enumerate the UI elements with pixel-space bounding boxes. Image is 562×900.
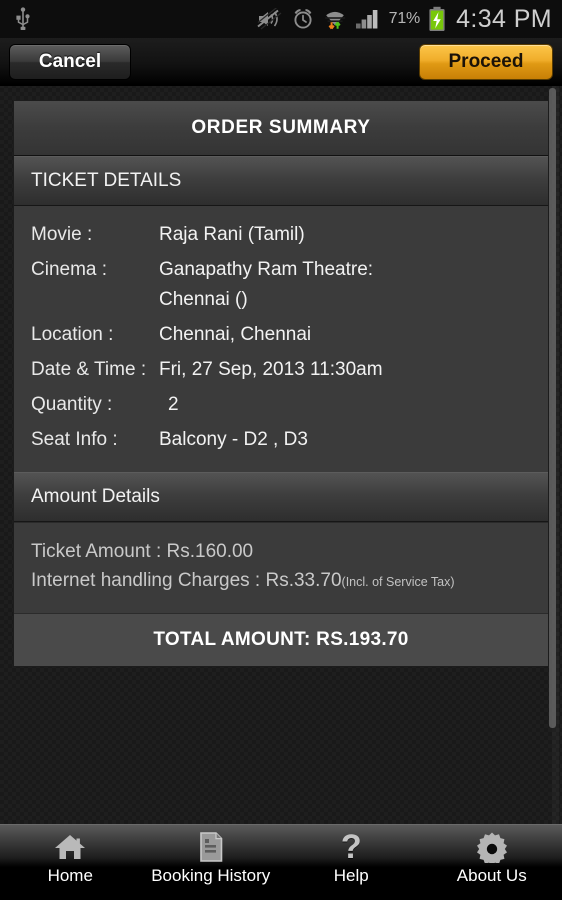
nav-label: About Us — [456, 866, 527, 885]
order-summary-card: ORDER SUMMARY TICKET DETAILS Movie : Raj… — [13, 100, 549, 667]
cellular-signal-icon — [355, 8, 381, 30]
scrollbar-track[interactable] — [549, 86, 559, 824]
scrollbar-thumb[interactable] — [549, 88, 556, 728]
handling-charges-line: Internet handling Charges : Rs.33.70(Inc… — [14, 566, 548, 597]
handling-charges-text: Internet handling Charges : Rs.33.70 — [31, 570, 342, 591]
status-bar: 71% 4:34 PM — [0, 0, 562, 38]
detail-value: Fri, 27 Sep, 2013 11:30am — [159, 359, 383, 380]
usb-icon — [14, 7, 32, 31]
battery-charging-icon — [428, 6, 446, 32]
table-row: Location : Chennai, Chennai — [14, 320, 548, 350]
page-title: ORDER SUMMARY — [14, 101, 548, 156]
app-screen: 71% 4:34 PM Cancel Proceed ORDER SUMMARY… — [0, 0, 562, 900]
detail-label: Movie : — [31, 224, 93, 245]
amount-details-body: Ticket Amount : Rs.160.00 Internet handl… — [14, 522, 548, 613]
table-row: Date & Time : Fri, 27 Sep, 2013 11:30am — [14, 355, 548, 385]
amount-details-section-header: Amount Details — [14, 472, 548, 522]
bottom-navigation-bar: Home Booking History ? Help About Us — [0, 824, 562, 900]
question-mark-icon: ? — [340, 828, 362, 866]
handling-charges-note: (Incl. of Service Tax) — [341, 575, 455, 589]
status-bar-left — [14, 7, 32, 31]
mute-volume-icon — [257, 8, 283, 30]
nav-item-help[interactable]: ? Help — [281, 825, 422, 900]
detail-value: Balcony - D2 , D3 — [159, 429, 308, 450]
alarm-clock-icon — [291, 7, 315, 31]
nav-label: Booking History — [151, 866, 271, 885]
detail-label: Location : — [31, 324, 114, 345]
total-amount-bar: TOTAL AMOUNT: RS.193.70 — [14, 613, 548, 666]
ticket-amount-line: Ticket Amount : Rs.160.00 — [31, 541, 254, 562]
detail-value: 2 — [168, 394, 179, 415]
detail-value: Ganapathy Ram Theatre: Chennai () — [159, 259, 374, 310]
cancel-button[interactable]: Cancel — [9, 43, 131, 80]
document-icon — [196, 831, 226, 863]
table-row: Movie : Raja Rani (Tamil) — [14, 220, 548, 250]
detail-label: Seat Info : — [31, 429, 118, 450]
nav-label: Help — [333, 866, 369, 885]
ticket-details-section-header: TICKET DETAILS — [14, 156, 548, 206]
table-row: Seat Info : Balcony - D2 , D3 — [14, 425, 548, 455]
detail-label: Date & Time : — [31, 359, 147, 380]
content-area: ORDER SUMMARY TICKET DETAILS Movie : Raj… — [0, 86, 562, 824]
action-bar: Cancel Proceed — [0, 38, 562, 86]
gear-icon — [476, 831, 508, 863]
home-icon — [53, 831, 87, 863]
nav-item-about-us[interactable]: About Us — [422, 825, 562, 900]
battery-percent-label: 71% — [388, 10, 421, 27]
detail-label: Quantity : — [31, 394, 113, 415]
nav-label: Home — [47, 866, 93, 885]
ticket-details-body: Movie : Raja Rani (Tamil) Cinema : Ganap… — [14, 206, 548, 472]
table-row: Cinema : Ganapathy Ram Theatre: Chennai … — [14, 255, 548, 315]
nav-item-booking-history[interactable]: Booking History — [141, 825, 282, 900]
table-row: Quantity : 2 — [14, 390, 548, 420]
status-bar-right: 71% 4:34 PM — [257, 6, 552, 32]
proceed-button[interactable]: Proceed — [419, 43, 553, 80]
clock-label: 4:34 PM — [456, 4, 552, 33]
detail-value: Chennai, Chennai — [159, 324, 312, 345]
nav-item-home[interactable]: Home — [0, 825, 141, 900]
detail-value: Raja Rani (Tamil) — [159, 224, 305, 245]
wifi-data-transfer-icon — [323, 7, 347, 31]
detail-label: Cinema : — [31, 259, 108, 280]
